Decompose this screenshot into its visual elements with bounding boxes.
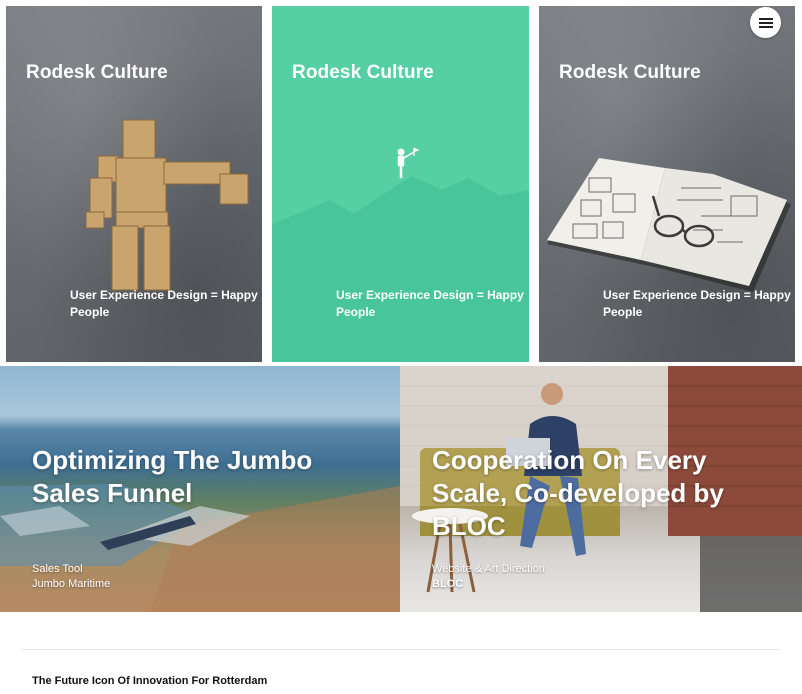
feature-title: Cooperation On Every Scale, Co-developed… [432,445,724,541]
menu-button[interactable] [750,7,781,38]
feature-card-jumbo[interactable]: Optimizing The Jumbo Sales Funnel Sales … [0,366,400,612]
feature-title: Optimizing The Jumbo Sales Funnel [32,445,313,508]
project-card-rodesk-1[interactable]: Rodesk Culture User Experience Design = … [6,6,262,362]
feature-category: Website & Art Direction [432,563,545,575]
card-title: Rodesk Culture [26,62,168,83]
feature-card-bloc[interactable]: Cooperation On Every Scale, Co-developed… [400,366,802,612]
feature-category: Sales Tool [32,563,83,575]
notebook-glasses-image [547,158,791,292]
card-subtitle: User Experience Design = Happy People [70,288,258,319]
project-card-rodesk-3[interactable]: Rodesk Culture User Experience Design = … [539,6,795,362]
feature-client: BLOC [432,578,464,590]
wooden-robot-image [85,119,249,291]
hamburger-menu-icon [758,17,773,28]
card-subtitle: User Experience Design = Happy People [603,288,791,319]
card-title: Rodesk Culture [292,62,434,83]
feature-meta: Website & Art Direction BLOC [432,562,545,592]
card-subtitle: User Experience Design = Happy People [336,288,524,319]
feature-client: Jumbo Maritime [32,578,111,590]
feature-meta: Sales Tool Jumbo Maritime [32,562,110,592]
person-with-flag-icon [397,147,420,179]
section-divider [22,649,780,650]
next-project-title[interactable]: The Future Icon Of Innovation For Rotter… [32,675,267,687]
mountain-illustration [272,176,529,362]
card-title: Rodesk Culture [559,62,701,83]
project-card-rodesk-2[interactable]: Rodesk Culture User Experience Design = … [272,6,529,362]
